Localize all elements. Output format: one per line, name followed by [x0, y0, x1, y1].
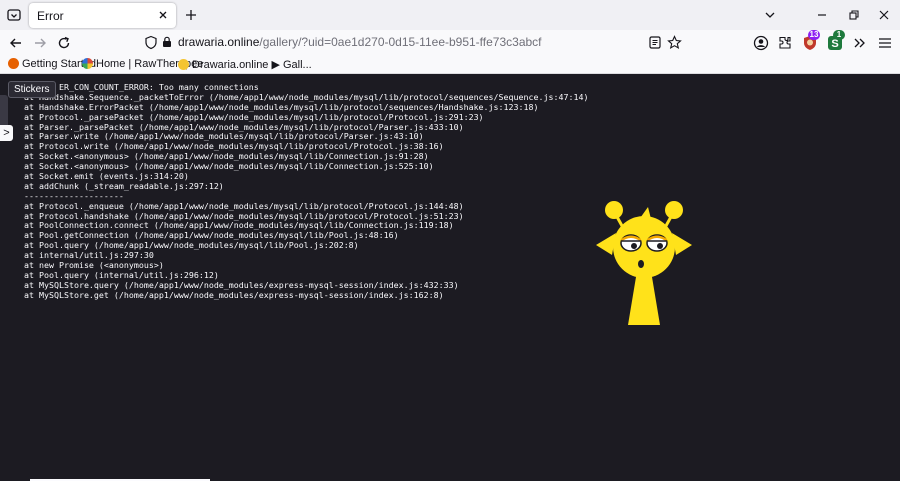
chevron-down-icon[interactable]: [762, 7, 778, 23]
tab-strip: Error: [0, 0, 900, 30]
close-icon[interactable]: [156, 8, 170, 22]
tab-error[interactable]: Error: [29, 3, 176, 28]
ublock-icon[interactable]: 13: [801, 30, 820, 52]
overflow-chevrons-icon[interactable]: [851, 34, 869, 52]
ublock-badge: 13: [808, 30, 820, 40]
url-host: drawaria.online: [178, 35, 260, 49]
chevron-right-icon[interactable]: >: [0, 125, 13, 141]
back-arrow-icon[interactable]: [7, 34, 25, 52]
navigation-toolbar: drawaria.online/gallery/?uid=0ae1d270-0d…: [0, 30, 900, 56]
bookmarks-toolbar: Getting Started Home | RawTherapee Drawa…: [0, 56, 900, 74]
firefox-icon: [8, 58, 19, 69]
rawtherapee-icon: [82, 58, 93, 69]
tab-title: Error: [37, 9, 64, 23]
sprunki-mascot-image: [596, 201, 692, 325]
extensions-icon[interactable]: [776, 34, 794, 52]
new-tab-icon[interactable]: [183, 7, 199, 23]
url-bar[interactable]: drawaria.online/gallery/?uid=0ae1d270-0d…: [136, 31, 686, 54]
page-content: Error: ER_CON_COUNT_ERROR: Too many conn…: [0, 75, 900, 481]
stylus-badge: 1: [833, 30, 845, 40]
url-text[interactable]: drawaria.online/gallery/?uid=0ae1d270-0d…: [178, 35, 542, 49]
shield-icon[interactable]: [144, 35, 158, 53]
window-close-icon[interactable]: [876, 7, 892, 23]
forward-arrow-icon[interactable]: [31, 34, 49, 52]
account-icon[interactable]: [752, 34, 770, 52]
reload-icon[interactable]: [55, 34, 73, 52]
bookmark-label: Drawaria.online ▶ Gall...: [192, 59, 312, 71]
reader-view-icon[interactable]: [648, 35, 662, 53]
bookmark-drawaria[interactable]: Drawaria.online ▶ Gall...: [178, 58, 312, 72]
url-path: /gallery/?uid=0ae1d270-0d15-11ee-b951-ff…: [259, 35, 542, 49]
error-stack-trace: Error: ER_CON_COUNT_ERROR: Too many conn…: [24, 82, 588, 301]
drawaria-icon: [178, 59, 189, 70]
stylus-icon[interactable]: S 1: [826, 30, 845, 52]
error-line: at MySQLStore.get (/home/app1/www/node_m…: [24, 289, 444, 300]
menu-icon[interactable]: [876, 34, 894, 52]
bookmark-star-icon[interactable]: [667, 35, 682, 53]
tab-list-icon[interactable]: [6, 7, 22, 23]
stickers-tooltip: Stickers: [8, 81, 56, 98]
lock-icon[interactable]: [162, 36, 172, 51]
restore-icon[interactable]: [846, 7, 862, 23]
minimize-icon[interactable]: [814, 7, 830, 23]
